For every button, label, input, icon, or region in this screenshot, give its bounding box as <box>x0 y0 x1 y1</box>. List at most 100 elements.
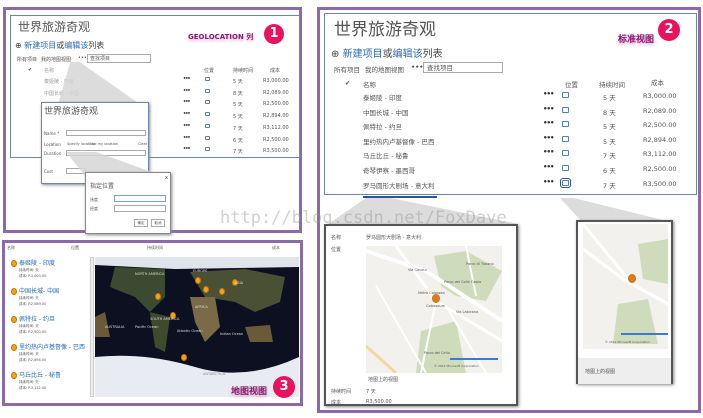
row-name[interactable]: 奇琴伊察 - 墨西哥 <box>363 165 415 175</box>
location-bubble-icon[interactable] <box>205 135 210 140</box>
use-my-location-link[interactable]: Use my location <box>90 142 118 146</box>
map-label: Colosseum <box>426 304 446 308</box>
location-pin-icon[interactable] <box>203 286 209 293</box>
location-pin-icon[interactable] <box>432 294 440 303</box>
mini-map[interactable]: © 2012 Microsoft Corporation <box>583 224 668 349</box>
col-location: 位置 <box>204 68 215 74</box>
location-bubble-icon[interactable] <box>205 77 210 81</box>
view-my-map[interactable]: 我的地图视图 <box>41 56 71 63</box>
item-detail: 名称 罗马圆形大剧场 - 意大利 位置 Parco del Colle Oppi… <box>324 224 518 406</box>
location-bubble-icon[interactable] <box>562 165 569 171</box>
view-my-map[interactable]: 我的地图视图 <box>365 64 404 74</box>
check-icon: ✔ <box>345 79 351 87</box>
edit-list-link[interactable]: 编辑该 <box>64 41 88 50</box>
more-icon[interactable]: ••• <box>183 76 191 82</box>
more-icon[interactable]: ••• <box>183 146 191 152</box>
row-duration: 5 天 <box>603 137 616 146</box>
location-bubble-icon[interactable] <box>562 92 569 98</box>
row-duration: 6 天 <box>233 137 243 144</box>
col-name: 名称 <box>363 81 376 89</box>
item-name[interactable]: 马丘比丘 - 秘鲁 <box>19 370 61 379</box>
location-pin-icon[interactable] <box>195 277 201 284</box>
location-bubble-icon[interactable] <box>562 106 569 113</box>
duration-value: 7 天 <box>366 389 376 395</box>
more-icon[interactable]: ••• <box>543 163 554 171</box>
new-item-link[interactable]: 新建项目 <box>24 41 56 50</box>
more-views[interactable]: ••• <box>411 63 423 71</box>
name-label: 名称 <box>331 235 342 241</box>
item-name[interactable]: 里约热内卢基督像 - 巴西 <box>19 342 85 351</box>
longitude-field[interactable] <box>114 205 166 212</box>
list-scrollbar[interactable] <box>90 257 94 397</box>
badge: 3 <box>273 376 295 398</box>
rome-map[interactable]: Parco del Colle Oppio Parco di Traiano V… <box>366 246 502 373</box>
more-icon[interactable]: ••• <box>183 99 191 105</box>
street-map <box>583 224 668 344</box>
close-icon[interactable]: x <box>165 175 168 181</box>
view-all-items[interactable]: 所有项目 <box>334 64 360 74</box>
location-bubble-icon[interactable] <box>560 177 571 188</box>
more-icon[interactable]: ••• <box>543 105 554 113</box>
add-icon: ⊕ <box>331 49 340 60</box>
row-duration: 7 天 <box>233 149 243 156</box>
location-bubble-icon[interactable] <box>205 88 210 93</box>
location-pin-icon[interactable] <box>181 354 187 361</box>
search-input[interactable]: 查找项目 <box>87 54 151 63</box>
more-icon[interactable]: ••• <box>543 90 554 98</box>
location-pin-icon[interactable] <box>628 274 636 283</box>
edit-list-link[interactable]: 编辑该 <box>393 49 423 60</box>
more-icon[interactable]: ••• <box>183 135 191 141</box>
map-label: Parco di Traiano <box>466 262 494 266</box>
row-name[interactable]: 马丘比丘 - 秘鲁 <box>363 150 408 160</box>
panel-standard-view: 世界旅游奇观 ⊕ 新建项目或编辑该列表 所有项目 我的地图视图 ••• 查找项目… <box>220 7 701 413</box>
location-bubble-icon[interactable] <box>562 150 569 157</box>
more-icon[interactable]: ••• <box>543 119 554 127</box>
row-name[interactable]: 罗马圆形大剧场 - 意大利 <box>363 180 434 190</box>
item-name[interactable]: 中国长城- 中国 <box>19 286 59 295</box>
more-icon[interactable]: ••• <box>183 123 191 129</box>
item-cost: 成本: R2,500.00 <box>19 330 47 334</box>
view-on-map-link[interactable]: 地图上的视图 <box>368 376 398 383</box>
latitude-field[interactable] <box>114 195 166 202</box>
more-icon[interactable]: ••• <box>183 88 191 94</box>
item-name[interactable]: 佩特拉 - 约旦 <box>19 314 55 323</box>
more-icon[interactable]: ••• <box>543 178 554 186</box>
location-pin-icon <box>11 316 17 323</box>
map-label: ASIA <box>235 281 244 285</box>
location-bubble-icon[interactable] <box>562 135 569 142</box>
location-bubble-icon[interactable] <box>205 112 210 117</box>
row-cost: R2,894.00 <box>643 135 677 144</box>
row-name[interactable]: 中国长城 - 中国 <box>363 107 408 117</box>
col-location: 位置 <box>565 81 578 89</box>
view-all-items[interactable]: 所有项目 <box>17 56 37 63</box>
search-input[interactable]: 查找项目 <box>423 62 503 73</box>
world-map[interactable]: NORTH AMERICA EUROPE ASIA AFRICA SOUTH AMERI… <box>95 257 299 397</box>
row-cost: R2,500.00 <box>643 165 677 173</box>
col-duration: 持续时间 <box>233 68 254 74</box>
item-name[interactable]: 泰姬陵 - 印度 <box>19 258 55 267</box>
location-pin-icon[interactable] <box>155 293 161 300</box>
location-pin-icon[interactable] <box>219 288 225 295</box>
more-icon[interactable]: ••• <box>543 148 554 156</box>
map-copyright: © 2012 Microsoft Corporation <box>605 340 650 344</box>
more-icon[interactable]: ••• <box>183 111 191 117</box>
more-views[interactable]: ••• <box>78 55 87 61</box>
cancel-button[interactable]: 取消 <box>151 219 165 227</box>
clear-link[interactable]: Clear <box>138 142 147 146</box>
row-cost: R3,112.00 <box>643 150 677 159</box>
row-name[interactable]: 里约热内卢基督像 - 巴西 <box>363 136 434 146</box>
location-bubble-icon[interactable] <box>205 100 210 105</box>
location-bubble-icon[interactable] <box>205 147 210 152</box>
view-on-map-link[interactable]: 地图上的视图 <box>585 368 615 375</box>
view-tag: 标准视图 <box>618 35 655 45</box>
more-icon[interactable]: ••• <box>543 134 554 142</box>
col-cost: 成本 <box>651 79 664 87</box>
new-item-link[interactable]: 新建项目 <box>343 49 383 60</box>
row-name[interactable]: 佩特拉 - 约旦 <box>363 121 402 131</box>
location-bubble-icon[interactable] <box>205 123 210 128</box>
location-bubble-icon[interactable] <box>562 121 569 128</box>
ok-button[interactable]: 确定 <box>134 219 148 227</box>
name-field[interactable] <box>66 130 146 136</box>
row-name[interactable]: 泰姬陵 - 印度 <box>363 92 402 102</box>
row-cost: R3,000.00 <box>643 92 677 100</box>
